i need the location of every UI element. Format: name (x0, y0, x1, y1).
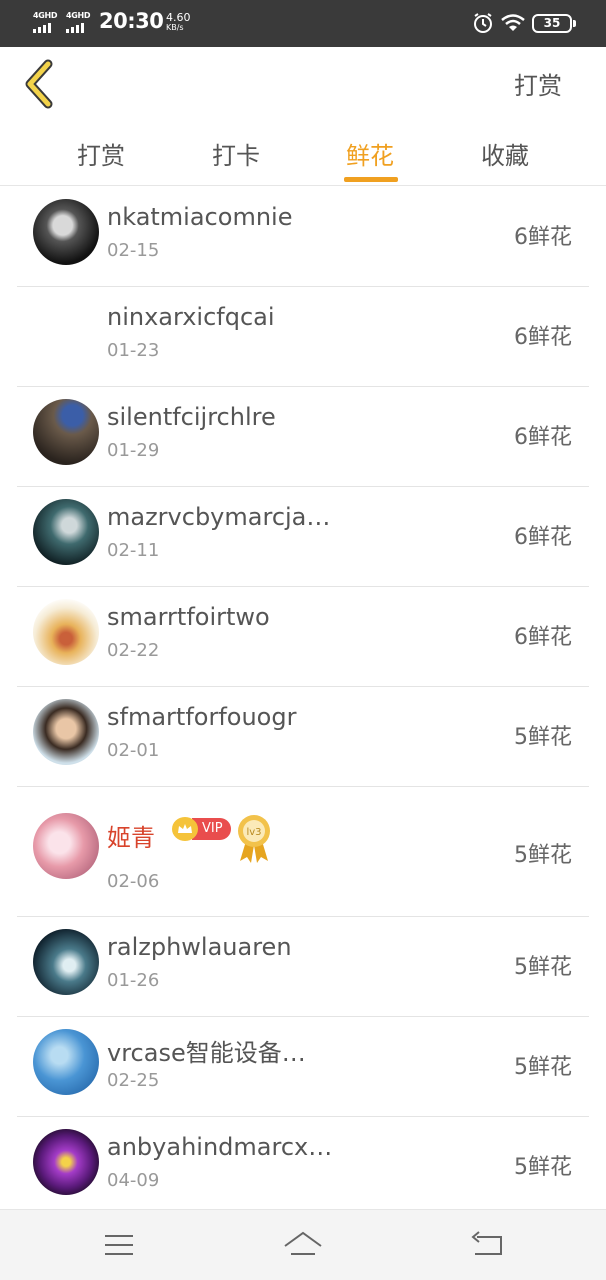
list-item[interactable]: vrcase智能设备… 02-25 5鲜花 (17, 1017, 589, 1117)
status-bar: 4GHD 4GHD 20:30 4.60 KB/s 35 (0, 0, 606, 47)
user-name: vrcase智能设备… (107, 1039, 306, 1067)
signal-1-indicator: 4GHD (33, 11, 58, 33)
wifi-icon (501, 14, 525, 31)
home-icon[interactable] (283, 1228, 323, 1262)
flower-count: 5鲜花 (514, 1155, 572, 1180)
signal-2-indicator: 4GHD (66, 11, 91, 33)
list-item[interactable]: 姬青 VIP lv3 02-06 5鲜花 (17, 787, 589, 917)
flower-count: 6鲜花 (514, 425, 572, 450)
list-item[interactable]: sfmartforfouogr 02-01 5鲜花 (17, 687, 589, 787)
list-item[interactable]: nkatmiacomnie 02-15 6鲜花 (17, 187, 589, 287)
avatar (33, 699, 99, 765)
tab-checkin[interactable]: 打卡 (186, 136, 286, 171)
header-title[interactable]: 打赏 (514, 66, 562, 101)
list-item[interactable]: mazrvcbymarcja… 02-11 6鲜花 (17, 487, 589, 587)
user-name: 姬青 (107, 824, 155, 852)
back-button[interactable] (20, 58, 60, 110)
flower-count: 5鲜花 (514, 955, 572, 980)
item-date: 01-29 (107, 440, 160, 461)
avatar (33, 1029, 99, 1095)
list-item[interactable]: ninxarxicfqcai 01-23 6鲜花 (17, 287, 589, 387)
item-date: 01-26 (107, 970, 160, 991)
system-nav-bar (0, 1209, 606, 1280)
avatar (33, 813, 99, 879)
user-name: sfmartforfouogr (107, 703, 297, 731)
user-name: mazrvcbymarcja… (107, 503, 331, 531)
item-date: 02-11 (107, 540, 160, 561)
vip-badge: VIP (172, 817, 231, 841)
avatar (33, 1129, 99, 1195)
status-time: 20:30 (99, 9, 164, 33)
menu-icon[interactable] (99, 1228, 139, 1262)
tab-reward[interactable]: 打赏 (51, 136, 151, 171)
avatar (33, 299, 99, 365)
signal-2-label: 4GHD (66, 11, 91, 20)
list-item[interactable]: ralzphwlauaren 01-26 5鲜花 (17, 917, 589, 1017)
alarm-icon (474, 13, 492, 33)
chevron-left-icon (25, 59, 53, 109)
back-icon[interactable] (467, 1228, 507, 1262)
avatar (33, 199, 99, 265)
list-item[interactable]: smarrtfoirtwo 02-22 6鲜花 (17, 587, 589, 687)
user-name: ralzphwlauaren (107, 933, 292, 961)
tab-favorites[interactable]: 收藏 (455, 136, 555, 171)
level-label: lv3 (246, 827, 261, 838)
network-speed: 4.60 KB/s (166, 12, 191, 33)
tab-flowers[interactable]: 鲜花 (320, 136, 420, 171)
network-speed-unit: KB/s (166, 23, 184, 32)
active-tab-indicator (344, 177, 398, 182)
item-date: 01-23 (107, 340, 160, 361)
battery-icon: 35 (532, 14, 576, 33)
avatar (33, 599, 99, 665)
list-item[interactable]: anbyahindmarcx… 04-09 5鲜花 (17, 1117, 589, 1217)
user-name: nkatmiacomnie (107, 203, 293, 231)
signal-1-label: 4GHD (33, 11, 58, 20)
flower-count: 5鲜花 (514, 725, 572, 750)
flower-list: nkatmiacomnie 02-15 6鲜花 ninxarxicfqcai 0… (17, 187, 589, 1217)
item-date: 02-15 (107, 240, 160, 261)
user-name: silentfcijrchlre (107, 403, 276, 431)
flower-count: 6鲜花 (514, 325, 572, 350)
flower-count: 5鲜花 (514, 843, 572, 868)
list-item[interactable]: silentfcijrchlre 01-29 6鲜花 (17, 387, 589, 487)
item-date: 02-01 (107, 740, 160, 761)
user-name: anbyahindmarcx… (107, 1133, 333, 1161)
flower-count: 6鲜花 (514, 625, 572, 650)
crown-icon (172, 817, 198, 841)
item-date: 04-09 (107, 1170, 160, 1191)
item-date: 02-22 (107, 640, 160, 661)
signal-bars-icon (33, 22, 51, 33)
user-name: ninxarxicfqcai (107, 303, 275, 331)
avatar (33, 399, 99, 465)
flower-count: 5鲜花 (514, 1055, 572, 1080)
flower-count: 6鲜花 (514, 525, 572, 550)
item-date: 02-06 (107, 871, 160, 892)
level-medal-icon: lv3 (238, 815, 270, 863)
flower-count: 6鲜花 (514, 225, 572, 250)
tab-bar: 打赏 打卡 鲜花 收藏 (0, 128, 606, 186)
avatar (33, 929, 99, 995)
item-date: 02-25 (107, 1070, 160, 1091)
user-name: smarrtfoirtwo (107, 603, 270, 631)
avatar (33, 499, 99, 565)
signal-bars-icon (66, 22, 84, 33)
